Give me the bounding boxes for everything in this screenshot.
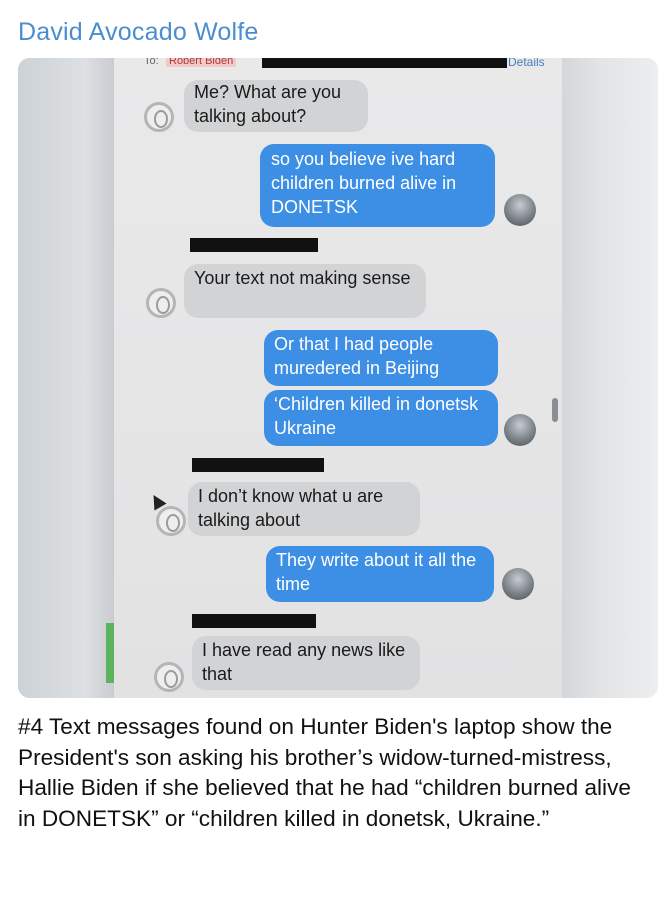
user-avatar (504, 414, 536, 446)
right-scroll-bar (552, 398, 558, 422)
post-author[interactable]: David Avocado Wolfe (18, 18, 259, 47)
outgoing-message: so you believe ive hard children burned … (260, 144, 495, 227)
to-label: To: (144, 58, 159, 67)
screenshot-photo: To: Robert Biden Details Me? What are yo… (18, 58, 658, 698)
redaction-bar (262, 58, 507, 68)
post-caption: #4 Text messages found on Hunter Biden's… (18, 714, 631, 831)
incoming-message: I don’t know what u are talking about (188, 482, 420, 536)
incoming-message: I have read any news like that (192, 636, 420, 690)
contact-avatar (154, 662, 184, 692)
left-bezel (18, 58, 114, 698)
contact-avatar (156, 506, 186, 536)
redaction-bar (192, 614, 316, 628)
right-bezel (562, 58, 658, 698)
contact-avatar (144, 102, 174, 132)
recipient-row: To: Robert Biden Details (114, 58, 562, 69)
outgoing-message: Or that I had people muredered in Beijin… (264, 330, 498, 386)
user-avatar (504, 194, 536, 226)
recipient-name: Robert Biden (166, 58, 237, 67)
redaction-bar (192, 458, 324, 472)
outgoing-message: They write about it all the time (266, 546, 494, 602)
incoming-message: Me? What are you talking about? (184, 80, 368, 132)
incoming-message: Your text not making sense (184, 264, 426, 318)
outgoing-message: ‘Children killed in donetsk Ukraine (264, 390, 498, 446)
redaction-bar (190, 238, 318, 252)
details-link: Details (508, 58, 545, 69)
user-avatar (502, 568, 534, 600)
contact-avatar (146, 288, 176, 318)
